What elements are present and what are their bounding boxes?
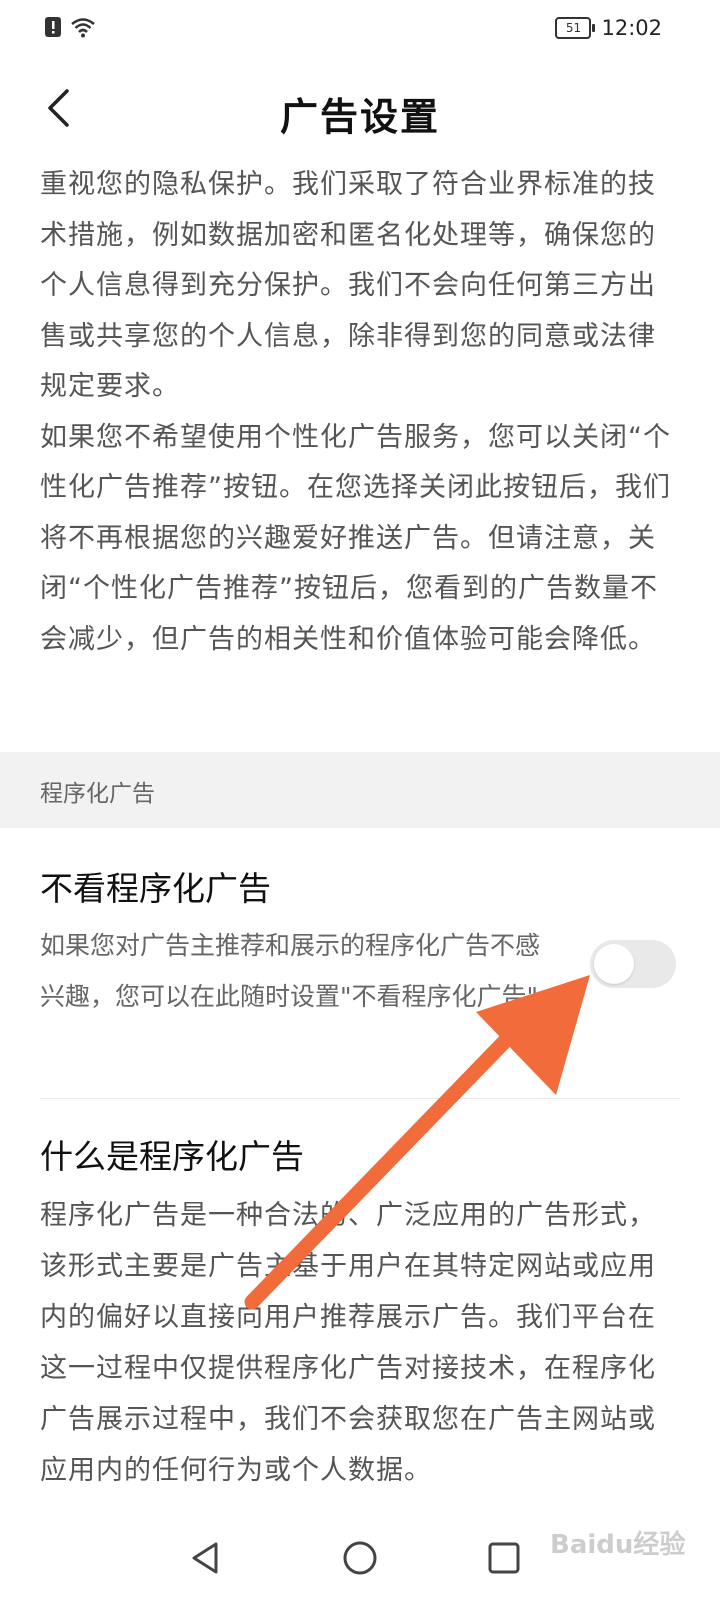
divider <box>40 1098 680 1099</box>
page-title: 广告设置 <box>279 95 440 139</box>
toggle-knob <box>594 944 634 984</box>
battery-icon: 51 <box>555 17 596 39</box>
setting-description: 如果您对广告主推荐和展示的程序化广告不感兴趣，您可以在此随时设置"不看程序化广告… <box>40 931 541 1011</box>
header: 广告设置 <box>0 70 720 150</box>
nav-home-button[interactable] <box>330 1534 390 1586</box>
recents-square-icon <box>487 1541 521 1579</box>
status-time: 12:02 <box>601 16 662 40</box>
alert-icon <box>44 16 62 42</box>
status-icons-left <box>44 16 96 42</box>
nav-back-button[interactable] <box>176 1534 236 1586</box>
status-icons-right: 51 12:02 <box>555 16 662 40</box>
back-triangle-icon <box>189 1541 223 1579</box>
intro-paragraph-privacy: 重视您的隐私保护。我们采取了符合业界标准的技术措施，例如数据加密和匿名化处理等，… <box>40 169 656 402</box>
intro-text: 重视您的隐私保护。我们采取了符合业界标准的技术措施，例如数据加密和匿名化处理等，… <box>40 160 680 665</box>
wifi-icon <box>70 16 96 42</box>
watermark-logo: Baidu经验 <box>550 1530 686 1560</box>
section-header: 程序化广告 <box>0 752 720 828</box>
programmatic-ads-toggle[interactable] <box>590 940 676 988</box>
info-description: 程序化广告是一种合法的、广泛应用的广告形式，该形式主要是广告主基于用户在其特定网… <box>40 1200 656 1486</box>
status-bar: 51 12:02 <box>0 0 720 60</box>
section-label: 程序化广告 <box>40 781 155 807</box>
home-circle-icon <box>342 1540 378 1580</box>
info-title: 什么是程序化广告 <box>40 1137 304 1176</box>
nav-recents-button[interactable] <box>474 1534 534 1586</box>
intro-paragraph-personalized: 如果您不希望使用个性化广告服务，您可以关闭“个性化广告推荐”按钮。在您选择关闭此… <box>40 421 671 655</box>
setting-title: 不看程序化广告 <box>40 869 271 908</box>
